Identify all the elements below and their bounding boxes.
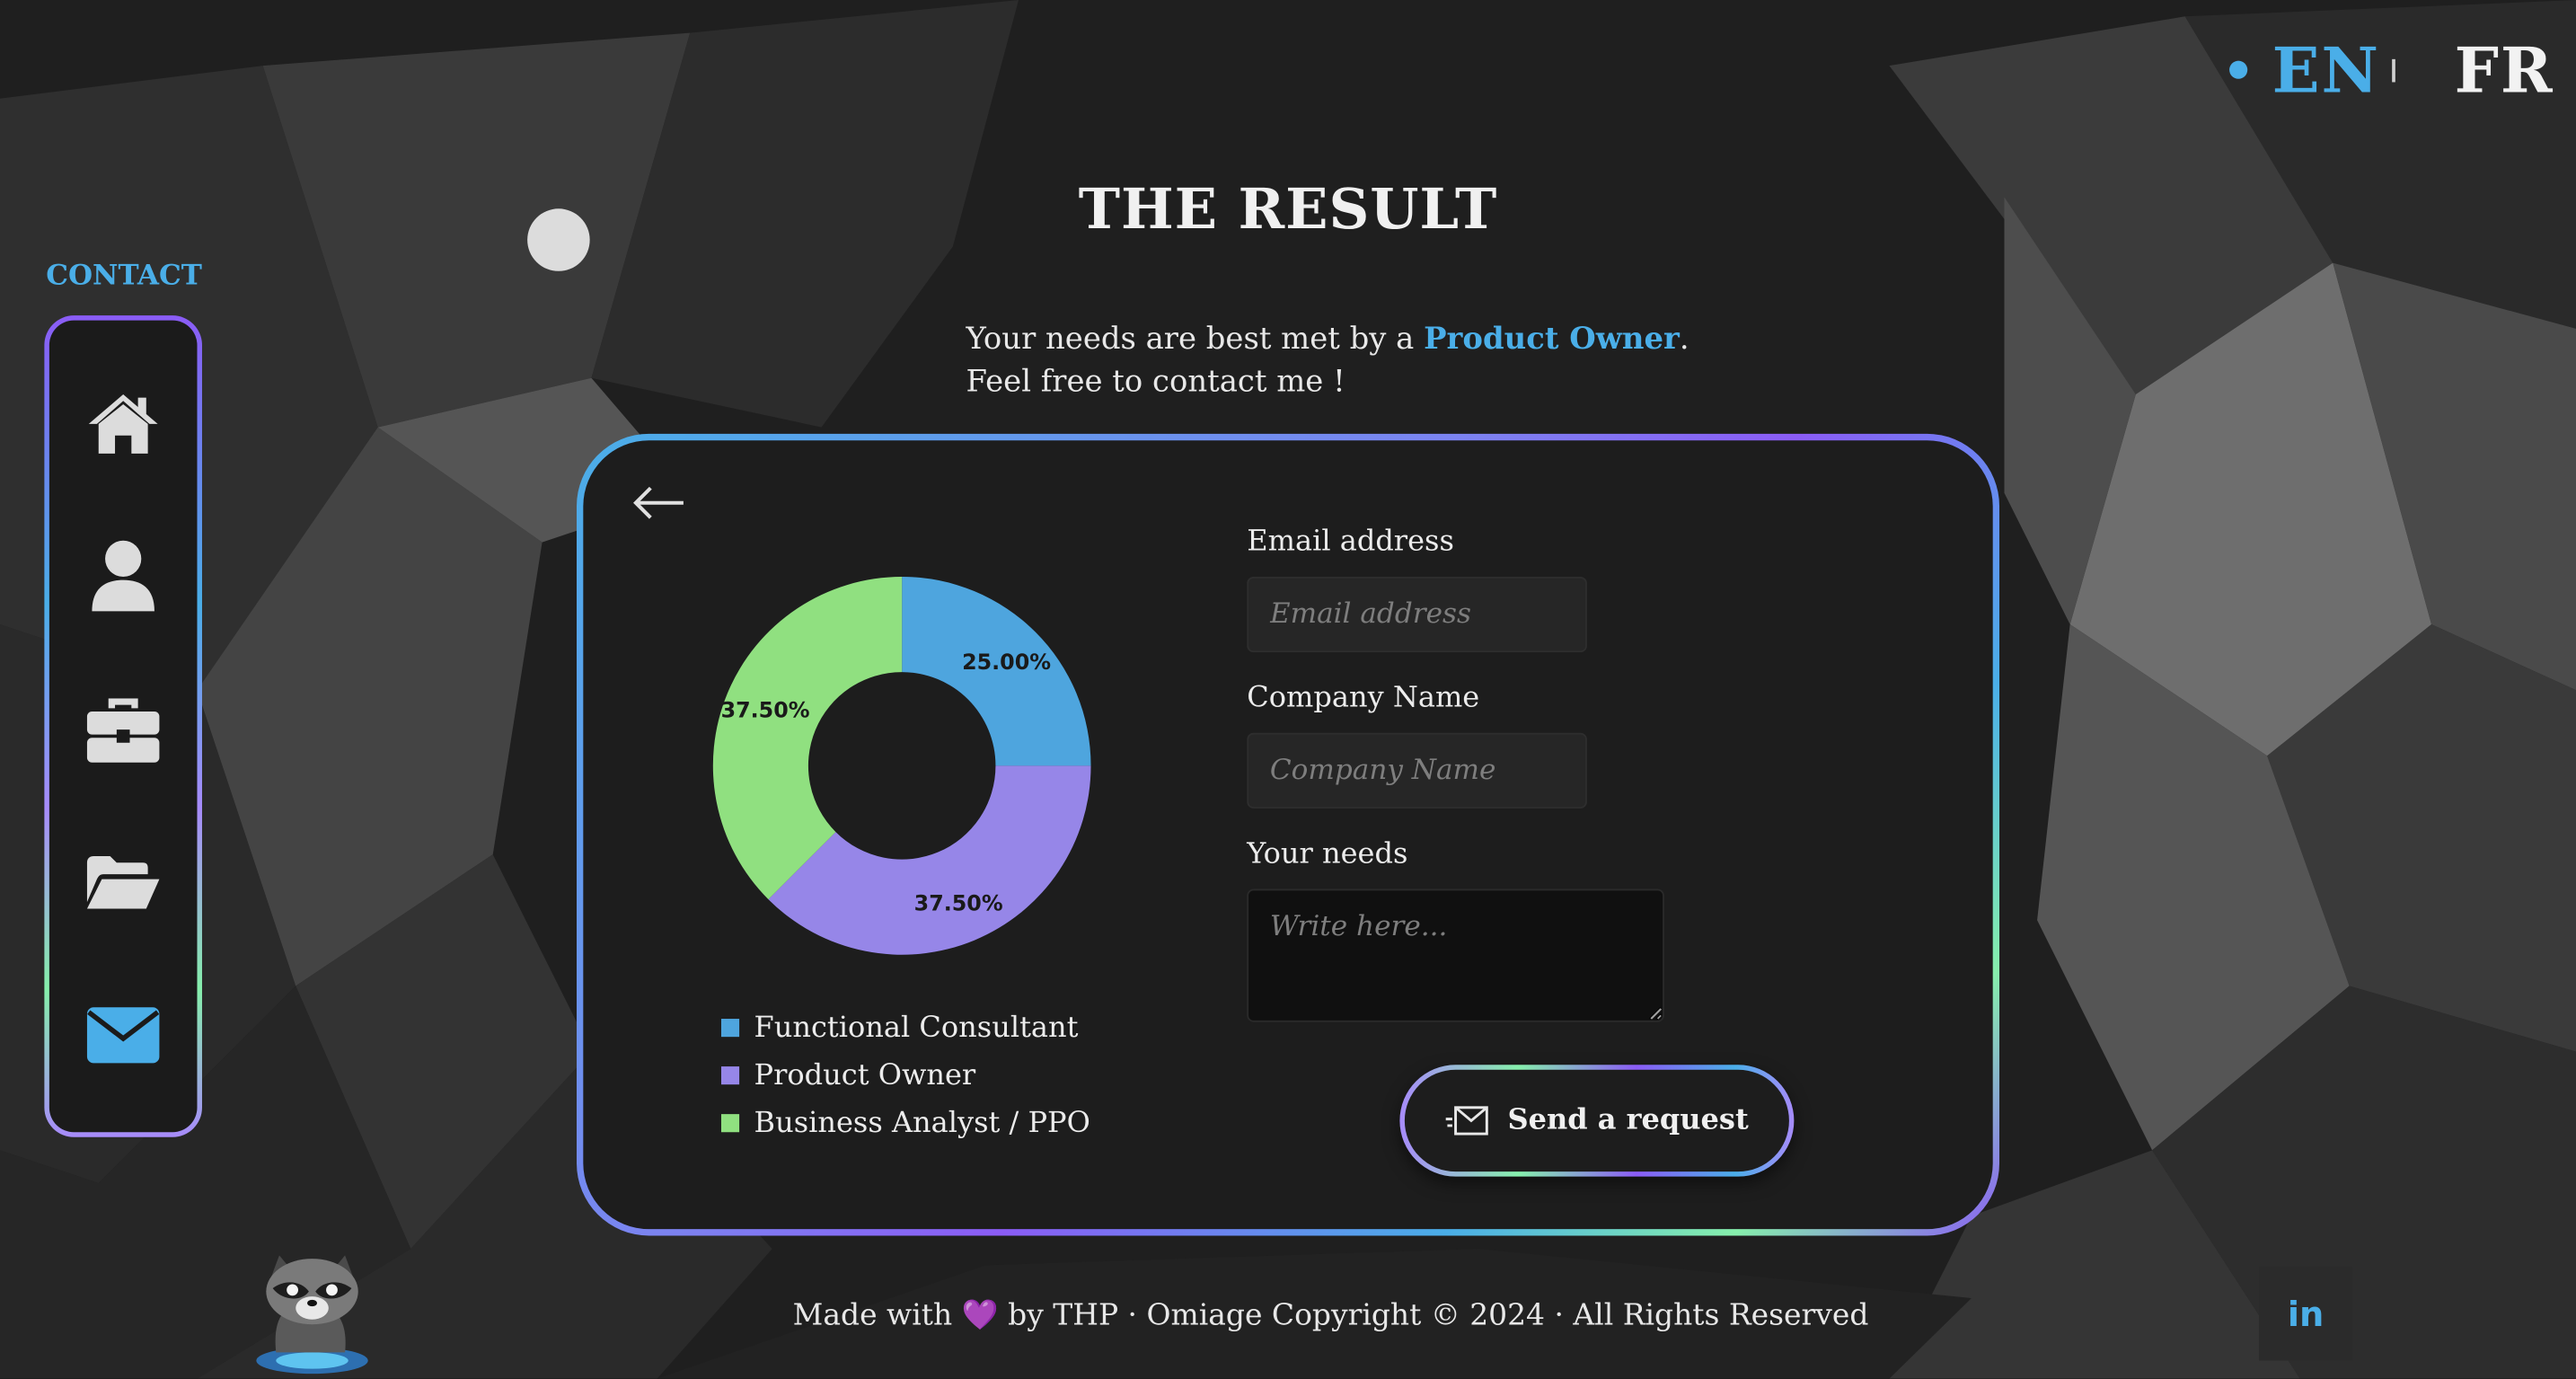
send-mail-icon (1445, 1106, 1488, 1136)
legend-swatch (720, 1114, 740, 1133)
needs-label: Your needs (1247, 837, 1408, 871)
nav-home[interactable] (49, 375, 198, 473)
recommended-role: Product Owner (1424, 322, 1680, 357)
donut-slice-business-analyst-ppo (712, 577, 903, 900)
legend-item: Product Owner (720, 1052, 1090, 1100)
legend-swatch (720, 1066, 740, 1085)
donut-slice-product-owner (768, 765, 1091, 955)
folder-open-icon (86, 855, 160, 909)
company-field[interactable] (1247, 732, 1587, 809)
footer-prefix: Made with (792, 1297, 962, 1333)
heart-icon: 💜 (961, 1297, 999, 1333)
legend-label: Business Analyst / PPO (754, 1106, 1090, 1140)
language-en[interactable]: EN (2272, 33, 2380, 107)
sidebar-nav (44, 315, 202, 1137)
send-request-label: Send a request (1507, 1104, 1749, 1137)
company-label: Company Name (1247, 682, 1480, 715)
language-fr[interactable]: FR (2455, 33, 2554, 107)
page-title: THE RESULT (1078, 177, 1498, 243)
donut-chart: 25.00% 37.50% 37.50% (712, 577, 1091, 955)
user-icon (92, 540, 154, 612)
back-arrow-icon[interactable] (630, 483, 689, 523)
donut-data-label: 37.50% (914, 891, 1003, 916)
email-label: Email address (1247, 526, 1454, 559)
legend-item: Business Analyst / PPO (720, 1100, 1090, 1147)
intro-text: Your needs are best met by a (966, 322, 1425, 357)
briefcase-icon (86, 698, 160, 763)
chart-legend: Functional Consultant Product Owner Busine… (720, 1004, 1090, 1147)
intro-period: . (1679, 322, 1689, 357)
result-card: 25.00% 37.50% 37.50% Functional Consultant… (577, 433, 2000, 1236)
home-icon (88, 393, 158, 454)
language-separator (2392, 58, 2395, 83)
page: EN FR CONTACT THE RESULT Your needs are … (0, 0, 2576, 1379)
intro-line-2: Feel free to contact me ! (966, 365, 1345, 400)
needs-textarea[interactable] (1247, 888, 1664, 1022)
nav-experience[interactable] (49, 682, 198, 781)
donut-data-label: 37.50% (721, 698, 810, 723)
sidebar-title: CONTACT (46, 259, 202, 293)
result-intro: Your needs are best met by a Product Own… (966, 319, 1689, 404)
nav-projects[interactable] (49, 833, 198, 932)
send-request-button[interactable]: Send a request (1399, 1065, 1795, 1177)
legend-label: Product Owner (754, 1058, 976, 1092)
legend-swatch (720, 1019, 740, 1038)
legend-item: Functional Consultant (720, 1004, 1090, 1052)
nav-profile[interactable] (49, 527, 198, 626)
email-field[interactable] (1247, 577, 1587, 653)
linkedin-icon[interactable]: in (2259, 1267, 2353, 1361)
legend-label: Functional Consultant (754, 1011, 1079, 1045)
footer-copyright: by THP · Omiage Copyright © 2024 · All R… (998, 1297, 1869, 1333)
donut-data-label: 25.00% (962, 650, 1051, 675)
nav-contact[interactable] (49, 986, 198, 1084)
envelope-icon (86, 1007, 160, 1064)
active-language-dot (2229, 60, 2248, 79)
footer: Made with 💜 by THP · Omiage Copyright © … (0, 1298, 2576, 1332)
